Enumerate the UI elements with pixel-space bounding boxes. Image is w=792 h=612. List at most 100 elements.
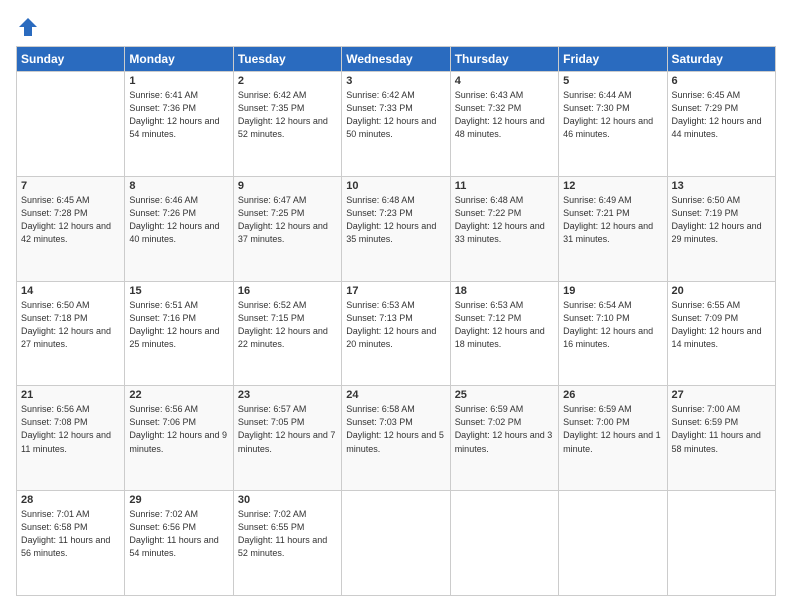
day-info: Sunrise: 7:00 AMSunset: 6:59 PMDaylight:… [672, 403, 771, 455]
calendar-cell: 14 Sunrise: 6:50 AMSunset: 7:18 PMDayligh… [17, 281, 125, 386]
calendar-cell: 28Sunrise: 7:01 AMSunset: 6:58 PMDayligh… [17, 491, 125, 596]
day-info: Sunrise: 7:01 AMSunset: 6:58 PMDaylight:… [21, 508, 120, 560]
day-info: Sunrise: 6:53 AMSunset: 7:13 PMDaylight:… [346, 299, 445, 351]
calendar-cell: 20 Sunrise: 6:55 AMSunset: 7:09 PMDayligh… [667, 281, 775, 386]
day-info: Sunrise: 6:43 AMSunset: 7:32 PMDaylight:… [455, 89, 554, 141]
day-info: Sunrise: 6:59 AMSunset: 7:00 PMDaylight:… [563, 403, 662, 455]
calendar-cell: 3 Sunrise: 6:42 AMSunset: 7:33 PMDaylight… [342, 72, 450, 177]
calendar-cell: 12 Sunrise: 6:49 AMSunset: 7:21 PMDayligh… [559, 176, 667, 281]
calendar-cell [559, 491, 667, 596]
day-info: Sunrise: 6:47 AMSunset: 7:25 PMDaylight:… [238, 194, 337, 246]
day-info: Sunrise: 6:56 AMSunset: 7:08 PMDaylight:… [21, 403, 120, 455]
day-number: 24 [346, 389, 445, 401]
day-number: 10 [346, 180, 445, 192]
day-number: 12 [563, 180, 662, 192]
day-number: 30 [238, 494, 337, 506]
week-row-4: 21 Sunrise: 6:56 AMSunset: 7:08 PMDayligh… [17, 386, 776, 491]
calendar-cell: 7 Sunrise: 6:45 AMSunset: 7:28 PMDaylight… [17, 176, 125, 281]
day-number: 17 [346, 285, 445, 297]
calendar-cell: 6 Sunrise: 6:45 AMSunset: 7:29 PMDaylight… [667, 72, 775, 177]
day-info: Sunrise: 7:02 AMSunset: 6:56 PMDaylight:… [129, 508, 228, 560]
day-info: Sunrise: 6:49 AMSunset: 7:21 PMDaylight:… [563, 194, 662, 246]
day-number: 8 [129, 180, 228, 192]
day-info: Sunrise: 6:58 AMSunset: 7:03 PMDaylight:… [346, 403, 445, 455]
calendar-cell: 1 Sunrise: 6:41 AMSunset: 7:36 PMDaylight… [125, 72, 233, 177]
day-number: 4 [455, 75, 554, 87]
day-number: 11 [455, 180, 554, 192]
week-row-5: 28Sunrise: 7:01 AMSunset: 6:58 PMDayligh… [17, 491, 776, 596]
week-row-2: 7 Sunrise: 6:45 AMSunset: 7:28 PMDaylight… [17, 176, 776, 281]
weekday-header-thursday: Thursday [450, 47, 558, 72]
day-info: Sunrise: 6:42 AMSunset: 7:33 PMDaylight:… [346, 89, 445, 141]
calendar-cell: 17 Sunrise: 6:53 AMSunset: 7:13 PMDayligh… [342, 281, 450, 386]
calendar-cell [667, 491, 775, 596]
calendar-table: SundayMondayTuesdayWednesdayThursdayFrid… [16, 46, 776, 596]
day-number: 26 [563, 389, 662, 401]
day-number: 18 [455, 285, 554, 297]
day-number: 5 [563, 75, 662, 87]
weekday-header-row: SundayMondayTuesdayWednesdayThursdayFrid… [17, 47, 776, 72]
day-info: Sunrise: 6:48 AMSunset: 7:22 PMDaylight:… [455, 194, 554, 246]
day-info: Sunrise: 6:59 AMSunset: 7:02 PMDaylight:… [455, 403, 554, 455]
calendar-cell: 8 Sunrise: 6:46 AMSunset: 7:26 PMDaylight… [125, 176, 233, 281]
day-number: 19 [563, 285, 662, 297]
logo-icon [17, 16, 39, 38]
day-number: 21 [21, 389, 120, 401]
calendar-cell: 21 Sunrise: 6:56 AMSunset: 7:08 PMDayligh… [17, 386, 125, 491]
day-number: 29 [129, 494, 228, 506]
day-number: 22 [129, 389, 228, 401]
weekday-header-sunday: Sunday [17, 47, 125, 72]
week-row-3: 14 Sunrise: 6:50 AMSunset: 7:18 PMDayligh… [17, 281, 776, 386]
calendar-cell: 13Sunrise: 6:50 AMSunset: 7:19 PMDayligh… [667, 176, 775, 281]
day-number: 23 [238, 389, 337, 401]
calendar-cell [342, 491, 450, 596]
calendar-cell: 22 Sunrise: 6:56 AMSunset: 7:06 PMDayligh… [125, 386, 233, 491]
day-number: 2 [238, 75, 337, 87]
day-info: Sunrise: 6:42 AMSunset: 7:35 PMDaylight:… [238, 89, 337, 141]
day-info: Sunrise: 6:55 AMSunset: 7:09 PMDaylight:… [672, 299, 771, 351]
calendar-cell: 26 Sunrise: 6:59 AMSunset: 7:00 PMDayligh… [559, 386, 667, 491]
day-info: Sunrise: 6:53 AMSunset: 7:12 PMDaylight:… [455, 299, 554, 351]
page: SundayMondayTuesdayWednesdayThursdayFrid… [0, 0, 792, 612]
day-info: Sunrise: 6:57 AMSunset: 7:05 PMDaylight:… [238, 403, 337, 455]
week-row-1: 1 Sunrise: 6:41 AMSunset: 7:36 PMDaylight… [17, 72, 776, 177]
calendar-cell: 27 Sunrise: 7:00 AMSunset: 6:59 PMDayligh… [667, 386, 775, 491]
day-info: Sunrise: 6:45 AMSunset: 7:29 PMDaylight:… [672, 89, 771, 141]
day-number: 16 [238, 285, 337, 297]
weekday-header-tuesday: Tuesday [233, 47, 341, 72]
day-info: Sunrise: 6:48 AMSunset: 7:23 PMDaylight:… [346, 194, 445, 246]
calendar-cell [17, 72, 125, 177]
header [16, 16, 776, 36]
calendar-cell: 25Sunrise: 6:59 AMSunset: 7:02 PMDayligh… [450, 386, 558, 491]
day-info: Sunrise: 6:41 AMSunset: 7:36 PMDaylight:… [129, 89, 228, 141]
day-info: Sunrise: 6:50 AMSunset: 7:18 PMDaylight:… [21, 299, 120, 351]
calendar-cell: 23 Sunrise: 6:57 AMSunset: 7:05 PMDayligh… [233, 386, 341, 491]
day-number: 6 [672, 75, 771, 87]
weekday-header-friday: Friday [559, 47, 667, 72]
calendar-cell: 30 Sunrise: 7:02 AMSunset: 6:55 PMDayligh… [233, 491, 341, 596]
day-number: 7 [21, 180, 120, 192]
calendar-cell: 2 Sunrise: 6:42 AMSunset: 7:35 PMDaylight… [233, 72, 341, 177]
day-info: Sunrise: 6:45 AMSunset: 7:28 PMDaylight:… [21, 194, 120, 246]
day-info: Sunrise: 6:52 AMSunset: 7:15 PMDaylight:… [238, 299, 337, 351]
day-number: 20 [672, 285, 771, 297]
calendar-cell: 24 Sunrise: 6:58 AMSunset: 7:03 PMDayligh… [342, 386, 450, 491]
calendar-cell: 19 Sunrise: 6:54 AMSunset: 7:10 PMDayligh… [559, 281, 667, 386]
day-info: Sunrise: 6:46 AMSunset: 7:26 PMDaylight:… [129, 194, 228, 246]
day-info: Sunrise: 7:02 AMSunset: 6:55 PMDaylight:… [238, 508, 337, 560]
day-number: 9 [238, 180, 337, 192]
day-info: Sunrise: 6:54 AMSunset: 7:10 PMDaylight:… [563, 299, 662, 351]
day-number: 1 [129, 75, 228, 87]
day-number: 3 [346, 75, 445, 87]
logo-text [16, 16, 40, 38]
day-info: Sunrise: 6:56 AMSunset: 7:06 PMDaylight:… [129, 403, 228, 455]
calendar-cell [450, 491, 558, 596]
calendar-cell: 11 Sunrise: 6:48 AMSunset: 7:22 PMDayligh… [450, 176, 558, 281]
weekday-header-wednesday: Wednesday [342, 47, 450, 72]
calendar-cell: 16 Sunrise: 6:52 AMSunset: 7:15 PMDayligh… [233, 281, 341, 386]
day-number: 27 [672, 389, 771, 401]
day-info: Sunrise: 6:50 AMSunset: 7:19 PMDaylight:… [672, 194, 771, 246]
day-info: Sunrise: 6:44 AMSunset: 7:30 PMDaylight:… [563, 89, 662, 141]
day-number: 14 [21, 285, 120, 297]
weekday-header-monday: Monday [125, 47, 233, 72]
